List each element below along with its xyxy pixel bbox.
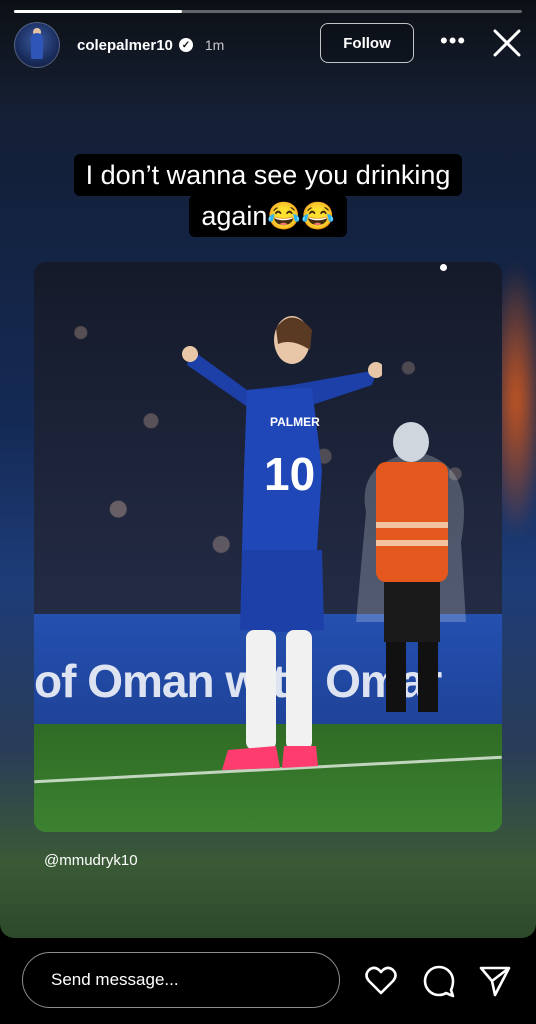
story-progress-fill bbox=[14, 10, 182, 13]
verified-badge-icon: ✓ bbox=[178, 38, 193, 52]
username[interactable]: colepalmer10 bbox=[77, 37, 173, 54]
story-footer: Send message... bbox=[0, 938, 536, 1024]
player-figure: 10 PALMER bbox=[182, 316, 382, 770]
follow-button[interactable]: Follow bbox=[320, 23, 414, 63]
post-time: 1m bbox=[204, 37, 225, 53]
send-icon[interactable] bbox=[478, 964, 512, 998]
caption-line-2: again😂😂 bbox=[189, 195, 347, 237]
story-header: colepalmer10 ✓ 1m Follow ••• bbox=[14, 22, 522, 68]
story-progress-bar bbox=[14, 10, 522, 13]
story-caption: I don’t wanna see you drinking again😂😂 bbox=[0, 154, 536, 237]
close-icon[interactable] bbox=[492, 28, 522, 58]
photo-indicator-dot bbox=[440, 264, 447, 271]
story-view[interactable]: colepalmer10 ✓ 1m Follow ••• I don’t wan… bbox=[0, 0, 536, 938]
comment-icon[interactable] bbox=[422, 964, 456, 998]
send-message-input[interactable]: Send message... bbox=[22, 952, 340, 1008]
heart-icon[interactable] bbox=[364, 964, 398, 998]
shirt-number: 10 bbox=[264, 448, 315, 500]
story-photo: of Oman with Omar 10 PALMER bbox=[34, 262, 502, 832]
shirt-name: PALMER bbox=[270, 415, 320, 429]
caption-line-1: I don’t wanna see you drinking bbox=[73, 154, 463, 196]
more-options-icon[interactable]: ••• bbox=[440, 30, 465, 56]
avatar[interactable] bbox=[14, 22, 60, 68]
mention-tag[interactable]: @mmudryk10 bbox=[44, 852, 138, 869]
